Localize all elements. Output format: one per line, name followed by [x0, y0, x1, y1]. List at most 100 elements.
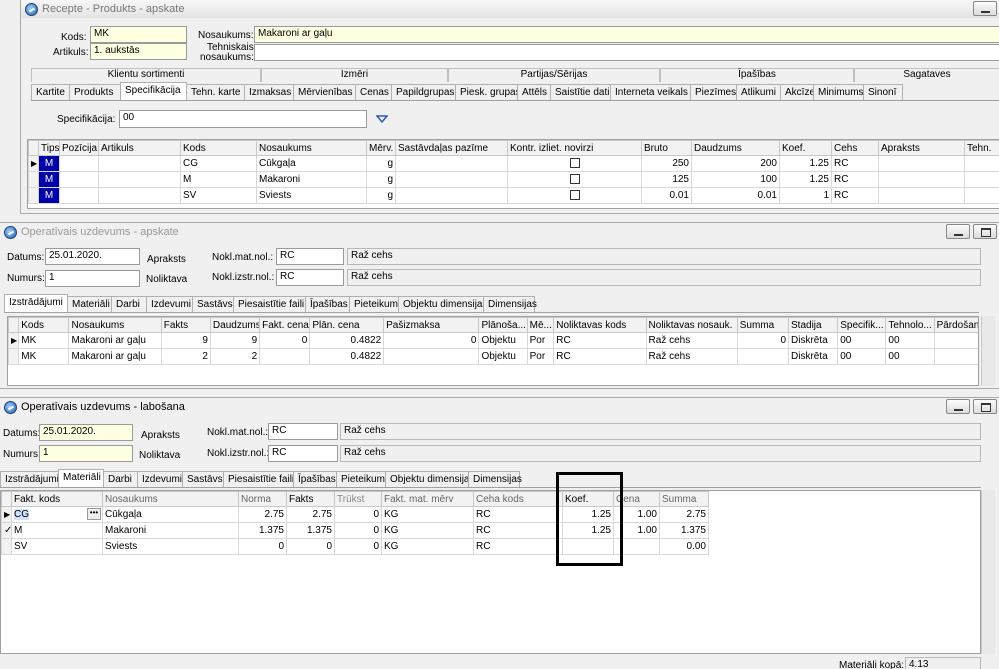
dropdown-arrow-icon[interactable] [376, 114, 388, 124]
cell-kods[interactable]: M [180, 171, 257, 188]
cell-tehnologija[interactable]: 00 [885, 332, 935, 349]
cell-merv[interactable]: Por [526, 348, 555, 365]
cell-nosaukums[interactable]: Sviests [102, 538, 239, 555]
cell-apraksts[interactable] [878, 171, 965, 188]
tab-piezimes[interactable]: Piezīmes [690, 84, 737, 100]
vertical-scrollbar[interactable] [981, 490, 995, 654]
col-fakts[interactable]: Fakts [286, 491, 335, 507]
cell-daudzums[interactable]: 200 [691, 155, 780, 172]
cell-merv[interactable]: Por [526, 332, 555, 349]
tab-materiali[interactable]: Materiāli [58, 469, 104, 487]
cell-fakts[interactable]: 2.75 [286, 506, 335, 523]
table-row[interactable]: ✓ M Makaroni 1.375 1.375 0 KG RC 1.25 1.… [1, 522, 709, 539]
cell-stadija[interactable]: Diskrēta [788, 348, 839, 365]
cell-bruto[interactable]: 0.01 [641, 187, 692, 204]
tab-ipasibas[interactable]: Īpašības [305, 296, 350, 312]
cell-summa[interactable]: 0.00 [659, 538, 709, 555]
group-izmeri[interactable]: Izmēri [261, 68, 448, 82]
cell-merv[interactable]: g [366, 155, 396, 172]
tab-objektu-dimensijas[interactable]: Objektu dimensijas [385, 471, 474, 487]
kontr-izliet-checkbox[interactable] [569, 158, 580, 169]
tehn-nosaukums-field[interactable] [254, 44, 999, 61]
cell-cehs[interactable]: RC [831, 171, 879, 188]
tab-mervienibas[interactable]: Mērvienības [293, 84, 356, 100]
col-noliktavas-nosauk[interactable]: Noliktavas nosauk. [645, 317, 738, 333]
col-kods[interactable]: Kods [180, 140, 257, 156]
cell-daudzums[interactable]: 2 [209, 348, 261, 365]
col-norma[interactable]: Norma [238, 491, 287, 507]
tab-dimensijas[interactable]: Dimensijas [468, 471, 522, 487]
cell-cena[interactable] [613, 538, 660, 555]
cell-sastavdalas-pazime[interactable] [395, 155, 508, 172]
tab-materiali[interactable]: Materiāli [67, 296, 112, 312]
table-row[interactable]: M M Makaroni g 125 100 1.25 RC [28, 171, 999, 188]
cell-trukst[interactable]: 0 [334, 522, 382, 539]
col-koef[interactable]: Koef. [562, 491, 614, 507]
tab-papildgrupas[interactable]: Papildgrupas [391, 84, 456, 100]
cell-ceha-kods[interactable]: RC [473, 538, 563, 555]
nokl-izstr-code-field[interactable]: RC [276, 269, 344, 286]
apraksts-field[interactable] [193, 247, 199, 249]
cell-pasizmaksa[interactable] [383, 348, 480, 365]
maximize-button[interactable] [973, 399, 997, 414]
tab-minimums[interactable]: Minimums [813, 84, 864, 100]
col-nosaukums[interactable]: Nosaukums [68, 317, 162, 333]
table-row[interactable]: ▶ CG ••• Cūkgaļa 2.75 2.75 0 KG RC 1.25 1… [1, 506, 709, 523]
tab-dimensijas[interactable]: Dimensijas [483, 296, 537, 312]
tab-pieteikumi[interactable]: Pieteikumi [336, 471, 387, 487]
cell-daudzums[interactable]: 0.01 [691, 187, 780, 204]
col-planosana[interactable]: Plānoša... [478, 317, 528, 333]
cell-tehn[interactable] [964, 171, 999, 188]
tab-produkts[interactable]: Produkts [69, 84, 121, 100]
cell-nosaukums[interactable]: Sviests [256, 187, 367, 204]
group-partijas-serijas[interactable]: Partijas/Sērijas [448, 68, 660, 82]
kontr-izliet-checkbox[interactable] [569, 190, 580, 201]
ellipsis-button[interactable]: ••• [87, 508, 101, 520]
numurs-field[interactable]: 1 [45, 270, 140, 287]
cell-fakt-mat-merv[interactable]: KG [381, 506, 474, 523]
cell-cena[interactable]: 1.00 [613, 522, 660, 539]
cell-koef[interactable]: 1.25 [562, 506, 614, 523]
cell-fakt-kods[interactable]: M [11, 522, 103, 539]
cell-sastavdalas-pazime[interactable] [395, 171, 508, 188]
cell-merv[interactable]: g [366, 187, 396, 204]
col-nosaukums[interactable]: Nosaukums [256, 140, 367, 156]
artikuls-field[interactable]: 1. aukstās [90, 43, 187, 60]
group-klientu-sortimenti[interactable]: Klientu sortimenti [31, 68, 261, 82]
cell-kontr-izliet[interactable] [507, 187, 642, 204]
datums-field[interactable]: 25.01.2020. [45, 248, 140, 265]
cell-cena[interactable]: 1.00 [613, 506, 660, 523]
window-titlebar[interactable]: Operatīvais uzdevums - apskate [0, 223, 999, 241]
nosaukums-field[interactable]: Makaroni ar gaļu [254, 26, 999, 43]
cell-noliktavas-kods[interactable]: RC [553, 348, 647, 365]
col-ceha-kods[interactable]: Ceha kods [473, 491, 563, 507]
col-fakt-mat-merv[interactable]: Fakt. mat. mērv [381, 491, 474, 507]
tab-interneta-veikals[interactable]: Interneta veikals [610, 84, 691, 100]
cell-fakt-cena[interactable] [259, 348, 311, 365]
col-pasizmaksa[interactable]: Pašizmaksa [383, 317, 480, 333]
cell-planosana[interactable]: Objektu [478, 332, 528, 349]
cell-planosana[interactable]: Objektu [478, 348, 528, 365]
cell-tehnologija[interactable]: 00 [885, 348, 935, 365]
col-artikuls[interactable]: Artikuls [98, 140, 181, 156]
cell-pardosanas[interactable] [933, 348, 978, 365]
tab-izstradajumi[interactable]: Izstrādājumi [4, 294, 68, 312]
cell-nosaukums[interactable]: Makaroni ar gaļu [68, 348, 162, 365]
cell-summa[interactable] [736, 348, 790, 365]
cell-tehn[interactable] [964, 155, 999, 172]
tab-specifikacija[interactable]: Specifikācija [120, 82, 187, 100]
cell-noliktavas-nosauk[interactable]: Raž cehs [645, 348, 738, 365]
cell-ceha-kods[interactable]: RC [473, 506, 563, 523]
col-pozicija[interactable]: Pozīcija [59, 140, 99, 156]
cell-pozicija[interactable] [59, 155, 99, 172]
cell-plan-cena[interactable]: 0.4822 [309, 332, 385, 349]
cell-tips[interactable]: M [38, 187, 60, 204]
cell-fakts[interactable]: 1.375 [286, 522, 335, 539]
col-trukst[interactable]: Trūkst [334, 491, 382, 507]
cell-nosaukums[interactable]: Cūkgaļa [256, 155, 367, 172]
col-merv[interactable]: Mērv. [366, 140, 396, 156]
col-apraksts[interactable]: Apraksts [878, 140, 965, 156]
cell-tehn[interactable] [964, 187, 999, 204]
maximize-button[interactable] [973, 224, 997, 239]
col-noliktavas-kods[interactable]: Noliktavas kods [553, 317, 647, 333]
